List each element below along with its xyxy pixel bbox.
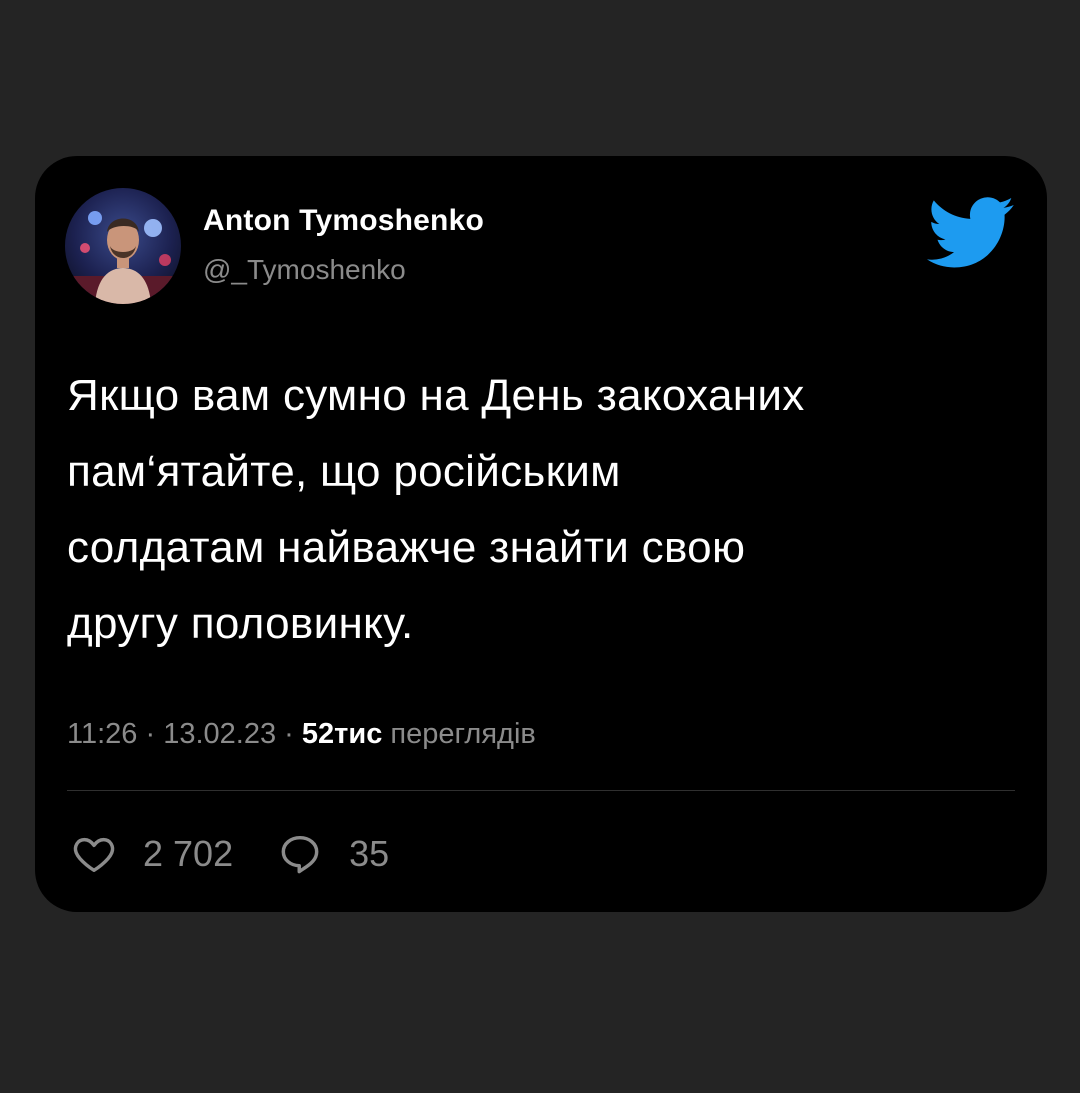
tweet-text: Якщо вам сумно на День закоханих пам‘ята… bbox=[67, 358, 1017, 662]
twitter-bird-icon bbox=[927, 197, 1014, 268]
views-label: переглядів bbox=[390, 718, 536, 750]
tweet-time[interactable]: 11:26 bbox=[67, 718, 137, 750]
author-display-name[interactable]: Anton Tymoshenko bbox=[203, 204, 484, 238]
meta-separator: · bbox=[145, 718, 156, 750]
tweet-card: Anton Tymoshenko @_Tymoshenko Якщо вам с… bbox=[35, 156, 1047, 912]
tweet-text-line: солдатам найважче знайти свою bbox=[67, 523, 746, 572]
avatar-photo bbox=[65, 188, 181, 304]
tweet-text-line: Якщо вам сумно на День закоханих bbox=[67, 371, 805, 420]
divider bbox=[67, 790, 1015, 791]
avatar[interactable] bbox=[65, 188, 181, 304]
heart-icon bbox=[73, 837, 115, 873]
meta-separator: · bbox=[284, 718, 294, 750]
tweet-actions: 2 702 35 bbox=[71, 828, 389, 880]
like-button[interactable]: 2 702 bbox=[71, 831, 233, 877]
replies-count: 35 bbox=[349, 833, 390, 874]
tweet-text-line: другу половинку. bbox=[67, 599, 414, 648]
views-count[interactable]: 52тис bbox=[302, 718, 382, 750]
likes-count: 2 702 bbox=[143, 833, 234, 874]
tweet-date[interactable]: 13.02.23 bbox=[163, 718, 276, 750]
author-handle[interactable]: @_Tymoshenko bbox=[203, 254, 406, 286]
tweet-meta: 11:26 · 13.02.23 · 52тис переглядів bbox=[67, 718, 536, 751]
reply-button[interactable]: 35 bbox=[277, 831, 389, 877]
tweet-text-line: пам‘ятайте, що російським bbox=[67, 447, 621, 496]
reply-bubble-icon bbox=[281, 835, 319, 874]
